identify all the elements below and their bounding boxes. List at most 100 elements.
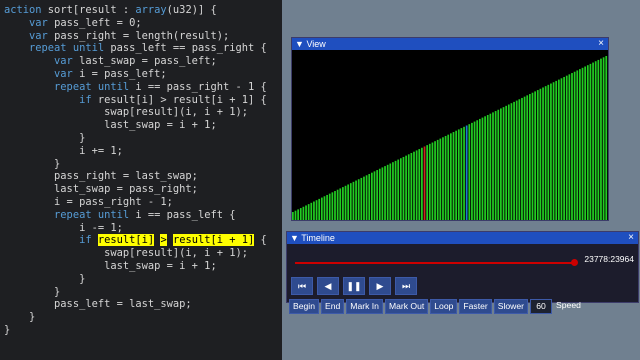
array-bar	[386, 164, 389, 220]
array-bar	[531, 92, 534, 220]
array-bar	[426, 145, 429, 220]
array-visualization	[292, 56, 608, 220]
timeline-scrubber-track[interactable]	[295, 262, 577, 264]
array-bar	[447, 134, 450, 220]
code-token: (u32)] {	[166, 4, 217, 16]
code-token: }	[54, 157, 61, 170]
code-editor[interactable]: action sort[result : array(u32)] { var p…	[0, 0, 282, 360]
array-bar	[597, 59, 600, 220]
array-bar	[473, 121, 476, 220]
array-bar	[544, 86, 547, 220]
code-token: pass_left == pass_right {	[104, 42, 267, 55]
array-bar	[381, 167, 384, 220]
pause-icon: ❚❚	[346, 280, 362, 291]
code-line: i = pass_right - 1;	[4, 196, 282, 209]
code-line: pass_left = last_swap;	[4, 298, 282, 311]
timeline-title: Timeline	[301, 233, 335, 243]
view-titlebar[interactable]: ▼ View ×	[292, 38, 608, 50]
code-line: i += 1;	[4, 145, 282, 158]
array-bar	[352, 181, 355, 220]
array-bar	[302, 206, 305, 220]
code-token: pass_left = 0;	[47, 16, 142, 29]
array-bar	[336, 189, 339, 220]
close-icon[interactable]: ×	[628, 232, 634, 244]
faster-button[interactable]: Faster	[459, 299, 492, 314]
array-bar	[460, 128, 463, 220]
array-bar	[376, 170, 378, 220]
keyword-token: repeat until	[54, 208, 130, 221]
code-line: if result[i] > result[i + 1] {	[4, 94, 282, 107]
slower-button[interactable]: Slower	[493, 299, 529, 314]
keyword-token: var	[29, 16, 48, 29]
code-line: action sort[result : array(u32)] {	[4, 4, 282, 17]
collapse-arrow-icon[interactable]: ▼	[295, 39, 304, 49]
array-bar	[349, 183, 352, 220]
code-token: }	[79, 131, 86, 144]
array-bar	[513, 101, 515, 220]
code-token: }	[54, 285, 61, 298]
play-button[interactable]: ▶	[369, 277, 391, 295]
keyword-token: var	[54, 67, 73, 80]
array-bar	[299, 208, 302, 220]
skip-back-button[interactable]: ⏮	[291, 277, 313, 295]
speed-input[interactable]: 60	[530, 299, 553, 314]
code-line: }	[4, 158, 282, 171]
code-token: result[i] > result[i + 1] {	[91, 93, 267, 106]
skip-forward-icon: ⏭	[401, 280, 411, 291]
array-bar	[373, 171, 376, 220]
begin-button[interactable]: Begin	[289, 299, 319, 314]
array-bar	[471, 122, 473, 220]
mark-out-button[interactable]: Mark Out	[384, 299, 429, 314]
array-bar	[500, 108, 502, 220]
code-token: {	[254, 234, 267, 247]
array-bar	[294, 210, 297, 220]
array-bar	[360, 177, 363, 220]
array-bar	[292, 212, 294, 220]
pause-button[interactable]: ❚❚	[343, 277, 365, 295]
array-bar	[602, 57, 605, 220]
code-line: var last_swap = pass_left;	[4, 55, 282, 68]
code-token: i == pass_left {	[129, 208, 236, 221]
code-text[interactable]: action sort[result : array(u32)] { var p…	[0, 0, 282, 337]
collapse-arrow-icon[interactable]: ▼	[290, 233, 299, 243]
loop-button[interactable]: Loop	[430, 299, 458, 314]
timeline-scrubber-handle[interactable]	[571, 259, 579, 266]
array-bar	[365, 175, 368, 220]
array-bar	[494, 111, 497, 220]
array-bar	[389, 163, 392, 220]
code-token: sort[result :	[41, 4, 136, 16]
array-bar	[355, 180, 357, 220]
code-line: }	[4, 311, 282, 324]
end-button[interactable]: End	[320, 299, 345, 314]
close-icon[interactable]: ×	[598, 38, 604, 50]
code-line: swap[result](i, i + 1);	[4, 106, 282, 119]
array-bar	[492, 112, 494, 220]
skip-forward-button[interactable]: ⏭	[395, 277, 417, 295]
array-bar	[481, 117, 484, 220]
array-bar	[323, 196, 326, 220]
array-bar	[576, 70, 579, 220]
highlighted-token: result[i + 1]	[172, 234, 255, 247]
view-window: ▼ View ×	[291, 37, 609, 221]
array-bar	[534, 91, 536, 220]
code-token: i = pass_right - 1;	[54, 195, 173, 208]
array-bar	[331, 192, 334, 220]
array-bar	[339, 188, 342, 220]
array-bar	[378, 168, 381, 220]
timeline-titlebar[interactable]: ▼ Timeline ×	[287, 232, 638, 244]
skip-back-icon: ⏮	[297, 280, 307, 291]
keyword-token: var	[29, 29, 48, 42]
array-bar	[342, 187, 344, 220]
step-back-button[interactable]: ◀	[317, 277, 339, 295]
timeline-window: ▼ Timeline × 23778:23964 ⏮ ◀ ❚❚ ▶ ⏭ Begin End…	[286, 231, 639, 314]
code-token: i += 1;	[79, 144, 123, 157]
highlighted-token: result[i]	[97, 234, 155, 247]
array-bar	[434, 141, 436, 220]
code-line: pass_right = last_swap;	[4, 170, 282, 183]
keyword-token: repeat until	[54, 80, 130, 93]
code-line: if result[i] > result[i + 1] {	[4, 234, 282, 247]
array-bar	[452, 132, 455, 220]
array-bar	[423, 146, 426, 220]
array-bar	[484, 116, 486, 220]
mark-in-button[interactable]: Mark In	[346, 299, 383, 314]
